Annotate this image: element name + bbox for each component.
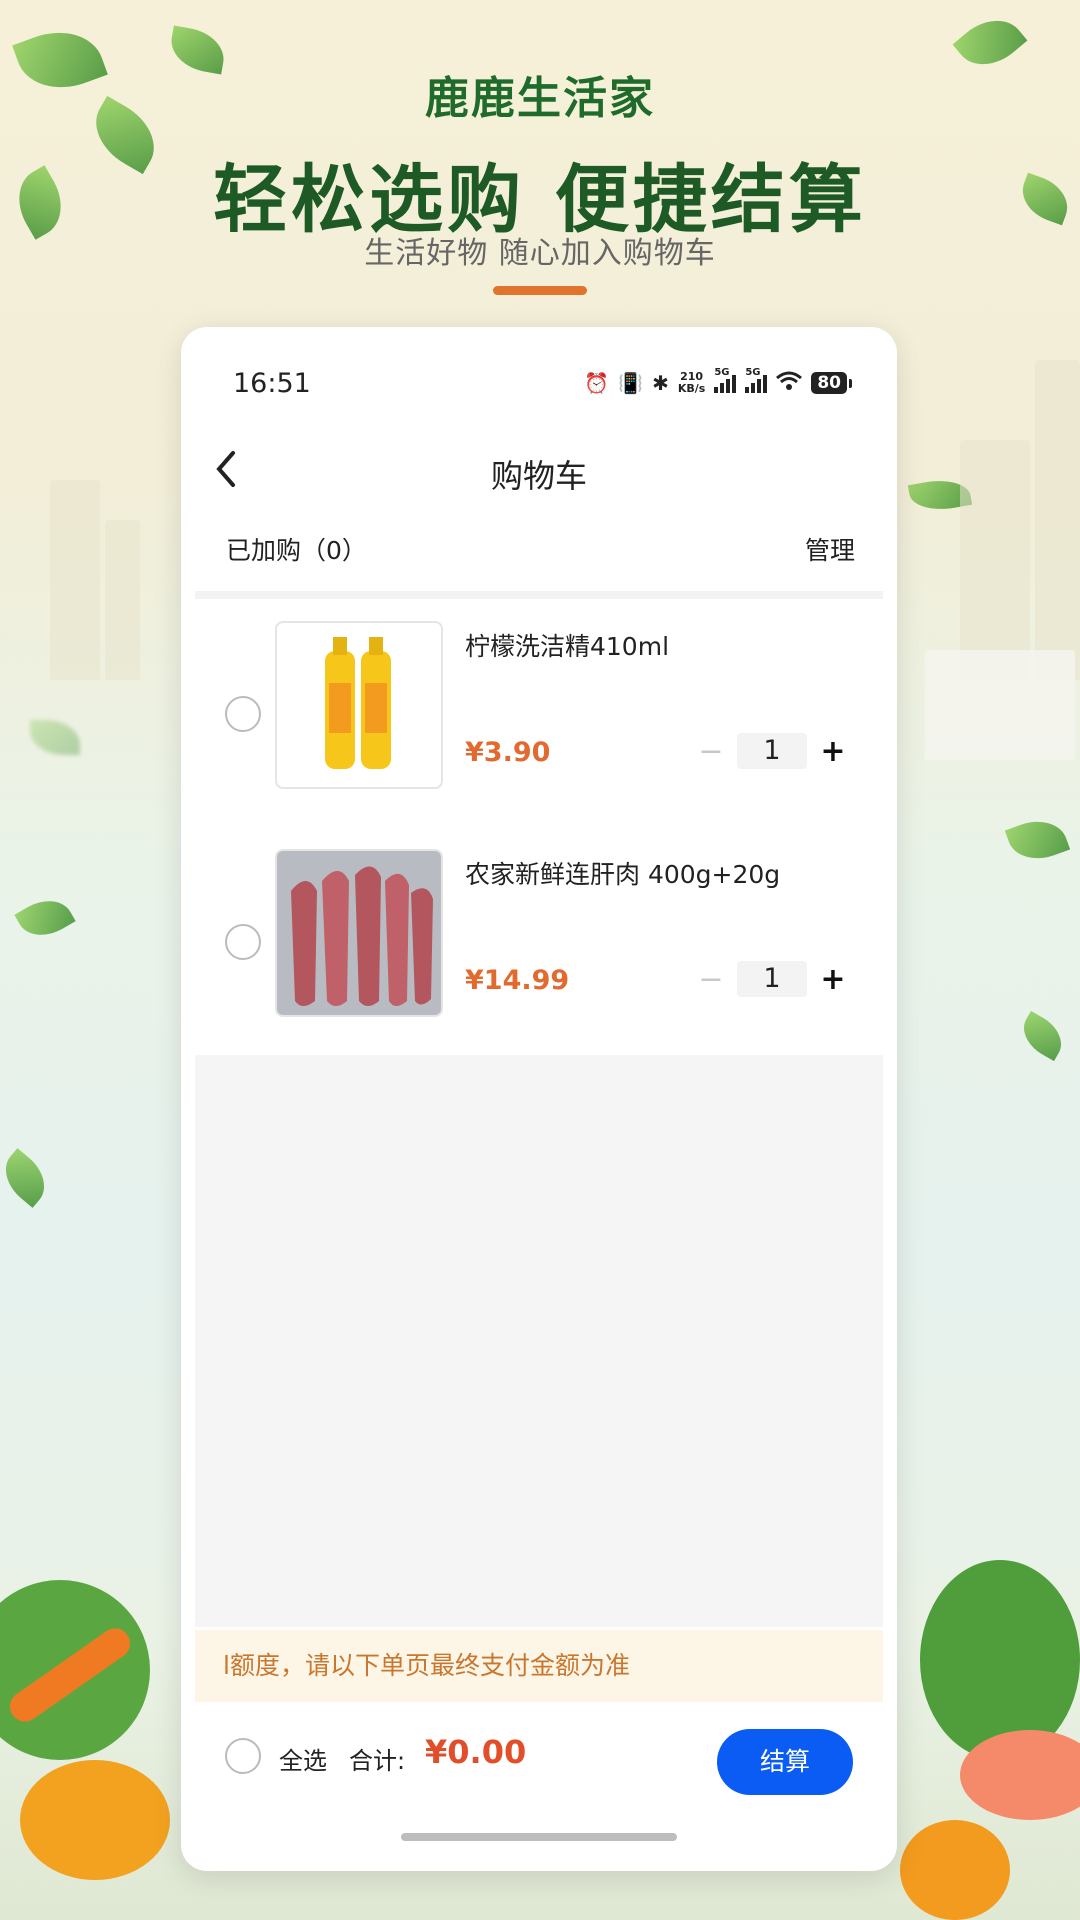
hero-subtitle: 生活好物 随心加入购物车	[364, 236, 716, 271]
divider	[195, 591, 883, 599]
brand-title: 鹿鹿生活家	[425, 73, 655, 124]
added-count-label: 已加购（0）	[226, 536, 367, 565]
quantity-stepper: − 1 +	[691, 961, 853, 997]
status-bar: 16:51 ⏰ 📳 ✱ 210 KB/s 5G 5G 80	[233, 363, 852, 403]
total-label: 合计:	[349, 1747, 406, 1775]
select-all-label[interactable]: 全选	[279, 1741, 327, 1776]
alarm-icon: ⏰	[584, 371, 610, 395]
cart-item: 农家新鲜连肝肉 400g+20g ¥14.99 − 1 +	[195, 827, 883, 1055]
item-checkbox[interactable]	[225, 696, 261, 732]
increase-button[interactable]: +	[813, 962, 853, 997]
home-indicator[interactable]	[401, 1833, 677, 1841]
decrease-button[interactable]: −	[691, 962, 731, 997]
quantity-value[interactable]: 1	[737, 961, 807, 997]
quantity-value[interactable]: 1	[737, 733, 807, 769]
cart-subheader: 已加购（0） 管理	[226, 527, 855, 571]
wifi-icon	[776, 371, 803, 396]
price-notice-banner: l额度，请以下单页最终支付金额为准	[195, 1630, 883, 1702]
quantity-stepper: − 1 +	[691, 733, 853, 769]
decrease-button[interactable]: −	[691, 734, 731, 769]
phone-frame: 16:51 ⏰ 📳 ✱ 210 KB/s 5G 5G 80 购物车 已加购（0）…	[181, 327, 897, 1871]
increase-button[interactable]: +	[813, 734, 853, 769]
nav-bar: 购物车	[181, 437, 897, 507]
status-icons: ⏰ 📳 ✱ 210 KB/s 5G 5G 80	[584, 367, 852, 396]
cell-signal-icon: 5G	[714, 367, 737, 393]
battery-icon: 80	[811, 372, 852, 394]
item-price: ¥14.99	[465, 965, 570, 996]
item-name[interactable]: 农家新鲜连肝肉 400g+20g	[465, 855, 780, 891]
signal-label: 5G	[745, 367, 761, 378]
status-time: 16:51	[233, 367, 311, 399]
vibrate-icon: 📳	[618, 371, 644, 395]
page-title: 购物车	[490, 457, 587, 495]
cell-signal-icon: 5G	[745, 367, 768, 393]
item-checkbox[interactable]	[225, 924, 261, 960]
total-value: ¥0.00	[425, 1733, 527, 1771]
select-all-checkbox[interactable]	[225, 1738, 261, 1774]
manage-button[interactable]: 管理	[805, 531, 855, 567]
item-name[interactable]: 柠檬洗洁精410ml	[465, 627, 669, 663]
signal-label: 5G	[714, 367, 730, 378]
checkout-bar: 全选 合计: ¥0.00 结算	[195, 1707, 883, 1807]
product-image[interactable]	[275, 621, 443, 789]
network-speed: 210 KB/s	[678, 371, 705, 395]
empty-area	[195, 1055, 883, 1627]
cart-item: 柠檬洗洁精410ml ¥3.90 − 1 +	[195, 599, 883, 827]
item-price: ¥3.90	[465, 737, 551, 768]
bluetooth-icon: ✱	[652, 371, 669, 395]
checkout-button[interactable]: 结算	[717, 1729, 853, 1795]
network-speed-unit: KB/s	[677, 382, 706, 395]
hero-accent-bar	[493, 286, 587, 295]
product-image[interactable]	[275, 849, 443, 1017]
cart-item-list: 柠檬洗洁精410ml ¥3.90 − 1 + 农家新鲜连肝肉 400g+20g …	[195, 599, 883, 1055]
